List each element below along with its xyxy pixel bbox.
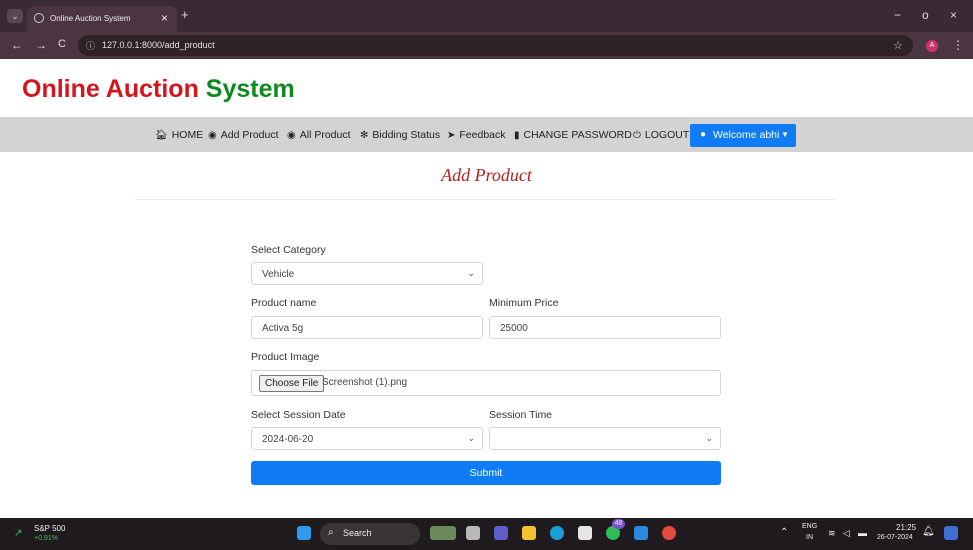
search-icon: ⌕ [328, 527, 334, 538]
nav-home[interactable]: 🏠︎ HOME [155, 129, 203, 141]
min-price-label: Minimum Price [489, 297, 559, 309]
chat-badge: 48 [612, 519, 625, 529]
wifi-icon[interactable]: ≋ [828, 528, 836, 539]
clock-time[interactable]: 21:25 [896, 523, 916, 532]
forward-button[interactable]: → [35, 38, 47, 52]
nav-logout[interactable]: ⏻ LOGOUT [633, 129, 689, 141]
category-value: Vehicle [262, 269, 295, 280]
store-icon[interactable] [578, 526, 592, 540]
session-date-value: 2024-06-20 [262, 434, 314, 445]
file-icon: ▮ [514, 130, 520, 141]
brand-word-1: Online Auction [22, 75, 199, 103]
session-date-select[interactable]: 2024-06-20 ⌄ [251, 427, 483, 450]
nav-bidding-status[interactable]: ✻ Bidding Status [360, 129, 440, 141]
browser-menu-icon[interactable]: ⋮ [952, 38, 964, 52]
copilot-icon[interactable] [944, 526, 958, 540]
teams-icon[interactable] [494, 526, 508, 540]
category-label: Select Category [251, 244, 326, 256]
profile-avatar[interactable]: A [926, 40, 938, 52]
site-brand: Online Auction System [22, 75, 295, 104]
welcome-label: Welcome abhi [713, 129, 780, 141]
os-taskbar: ↗ S&P 500 +0.91% ⌕ Search 48 ⌃ ENG IN ≋ … [0, 518, 973, 550]
eye-icon: ◉ [208, 130, 217, 141]
battery-icon[interactable]: ▬ [858, 528, 867, 538]
notification-bell-icon[interactable]: 🔔︎ [922, 526, 935, 537]
gear-icon: ✻ [360, 130, 369, 141]
chrome-icon[interactable] [662, 526, 676, 540]
browser-tab[interactable]: Online Auction System × [27, 6, 177, 32]
region-label: IN [806, 534, 813, 541]
nav-add-product[interactable]: ◉ Add Product [208, 129, 279, 141]
lang-label[interactable]: ENG [802, 523, 817, 530]
chevron-down-icon: ⌄ [467, 433, 475, 443]
nav-all-product[interactable]: ◉ All Product [287, 129, 351, 141]
session-time-label: Session Time [489, 409, 553, 421]
maximize-button[interactable]: o [922, 8, 929, 22]
taskbar-search-label: Search [343, 528, 372, 538]
vscode-icon[interactable] [634, 526, 648, 540]
edge-icon[interactable] [550, 526, 564, 540]
session-date-label: Select Session Date [251, 409, 346, 421]
welcome-dropdown[interactable]: ● Welcome abhi ▼ [690, 124, 796, 147]
volume-icon[interactable]: ◁ [843, 528, 850, 539]
divider [135, 199, 835, 200]
caret-down-icon: ▼ [781, 130, 789, 139]
back-button[interactable]: ← [11, 38, 23, 52]
new-tab-button[interactable]: + [181, 7, 189, 22]
product-name-value: Activa 5g [262, 323, 304, 334]
stock-name[interactable]: S&P 500 [34, 524, 65, 533]
browser-tab-bar: ⌄ Online Auction System × + − o × [0, 0, 973, 32]
selected-file-name: Screenshot (1).png [322, 377, 408, 388]
choose-file-button[interactable]: Choose File [259, 375, 325, 392]
home-icon: 🏠︎ [155, 130, 168, 141]
chevron-down-icon: ⌄ [467, 268, 475, 278]
min-price-input[interactable]: 25000 [489, 316, 721, 339]
task-view-icon[interactable] [466, 526, 480, 540]
tab-search-button[interactable]: ⌄ [7, 9, 23, 23]
chevron-down-icon: ⌄ [705, 433, 713, 443]
submit-button[interactable]: Submit [251, 461, 721, 485]
url-text: 127.0.0.1:8000/add_product [102, 40, 215, 50]
tray-overflow-icon[interactable]: ⌃ [780, 527, 788, 538]
stock-change: +0.91% [34, 535, 58, 542]
product-name-label: Product name [251, 297, 317, 309]
file-explorer-icon[interactable] [522, 526, 536, 540]
page-title: Add Product [441, 165, 532, 185]
taskbar-search[interactable]: ⌕ Search [320, 523, 420, 545]
tab-title: Online Auction System [50, 14, 131, 23]
brand-word-2: System [205, 75, 295, 103]
close-window-button[interactable]: × [950, 8, 957, 22]
minimize-button[interactable]: − [894, 8, 901, 22]
min-price-value: 25000 [500, 323, 528, 334]
globe-icon [34, 13, 44, 23]
product-image-file-input[interactable]: Choose File Screenshot (1).png [251, 370, 721, 396]
category-select[interactable]: Vehicle ⌄ [251, 262, 483, 285]
eye-icon: ◉ [287, 130, 296, 141]
bookmark-star-icon[interactable]: ☆ [893, 39, 903, 52]
clock-date: 26-07-2024 [877, 534, 913, 541]
windows-start-icon[interactable] [297, 526, 311, 540]
main-navbar: 🏠︎ HOME ◉ Add Product ◉ All Product ✻ Biddin… [0, 117, 973, 152]
reload-button[interactable]: C [58, 38, 66, 50]
send-icon: ➤ [447, 130, 456, 141]
power-icon: ⏻ [633, 130, 641, 141]
address-bar[interactable]: ⓘ 127.0.0.1:8000/add_product [78, 35, 913, 56]
browser-toolbar: ← → C ⓘ 127.0.0.1:8000/add_product ☆ A ⋮ [0, 32, 973, 59]
stock-trend-icon: ↗ [14, 528, 23, 539]
nav-feedback[interactable]: ➤ Feedback [447, 129, 506, 141]
product-name-input[interactable]: Activa 5g [251, 316, 483, 339]
widgets-icon[interactable] [430, 526, 456, 540]
tab-close-button[interactable]: × [161, 11, 168, 25]
session-time-select[interactable]: ⌄ [489, 427, 721, 450]
site-info-icon[interactable]: ⓘ [86, 39, 95, 52]
user-icon: ● [700, 129, 707, 140]
nav-change-password[interactable]: ▮ CHANGE PASSWORD [514, 129, 632, 141]
product-image-label: Product Image [251, 351, 320, 363]
